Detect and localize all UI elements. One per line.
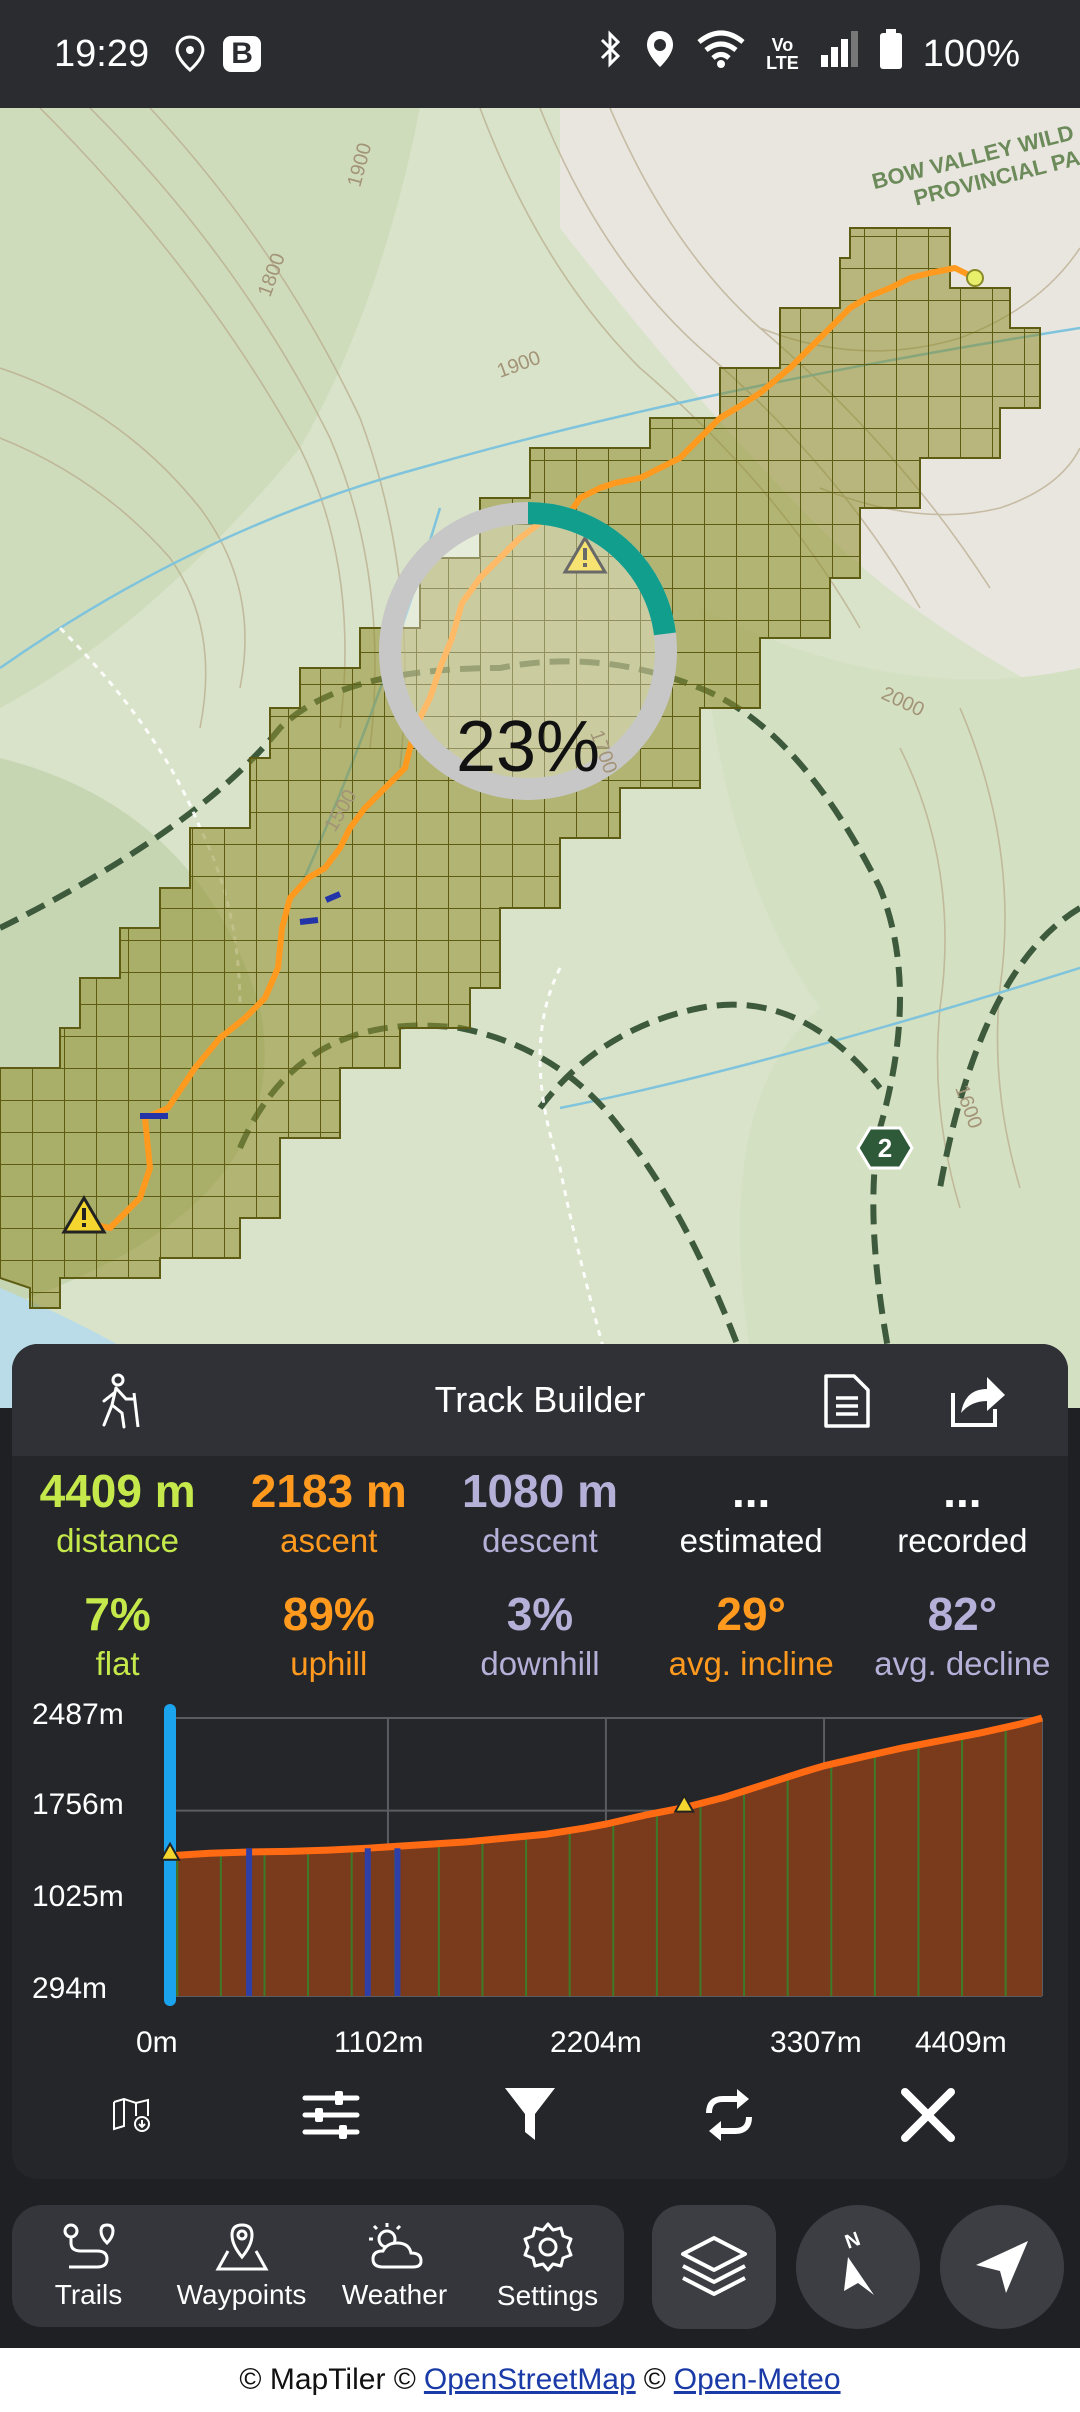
x-tick-label: 4409m — [915, 2026, 1007, 2059]
close-track-button[interactable] — [883, 2070, 973, 2160]
signal-icon — [819, 31, 859, 77]
openstreetmap-link[interactable]: OpenStreetMap — [424, 2363, 636, 2397]
nav-trails-label: Trails — [54, 2279, 123, 2310]
repeat-icon — [706, 2089, 753, 2141]
weather-icon — [368, 2223, 423, 2269]
gear-icon — [523, 2222, 572, 2272]
close-icon — [901, 2088, 956, 2142]
location-icon — [644, 29, 676, 79]
trails-icon — [63, 2223, 115, 2269]
track-toolbar — [12, 2060, 1068, 2170]
wifi-icon — [696, 30, 746, 78]
offline-map-icon — [112, 2098, 150, 2132]
sliders-icon — [302, 2091, 360, 2139]
map-attribution: © MapTiler © OpenStreetMap © Open-Meteo — [0, 2348, 1080, 2412]
x-tick-label: 1102m — [334, 2026, 424, 2059]
compass-button[interactable]: N — [796, 2205, 920, 2329]
y-tick-label: 294m — [32, 1972, 108, 2005]
download-progress-label: 23% — [455, 707, 601, 787]
map-view[interactable]: 2 1900 1800 1900 2000 1700 1600 1500 BOW… — [0, 108, 1080, 1408]
bluetooth-icon — [598, 30, 624, 78]
navigation-arrow-icon — [976, 2241, 1028, 2293]
filter-icon — [504, 2088, 555, 2140]
y-tick-label: 1025m — [32, 1880, 124, 1913]
compass-icon: N — [842, 2228, 874, 2295]
x-tick-label: 0m — [136, 2026, 178, 2059]
battery-percent: 100% — [922, 32, 1020, 75]
layers-icon — [681, 2236, 747, 2296]
attribution-separator: © — [643, 2363, 666, 2396]
nav-waypoints-label: Waypoints — [176, 2279, 307, 2310]
nav-weather-label: Weather — [341, 2279, 448, 2310]
offline-map-button[interactable] — [87, 2070, 177, 2160]
x-tick-label: 3307m — [770, 2026, 862, 2059]
nav-settings[interactable]: Settings — [471, 2205, 624, 2327]
route-number-marker[interactable]: 2 — [856, 1126, 914, 1170]
reverse-button[interactable] — [684, 2070, 774, 2160]
route-number: 2 — [878, 1133, 892, 1163]
b-badge: B — [223, 36, 262, 72]
track-builder-panel: Track Builder 4409 m distance 2183 m ascen… — [12, 1344, 1068, 2179]
status-bar: 19:29 B Vo LTE 100% — [0, 0, 1080, 108]
clock: 19:29 — [54, 32, 150, 75]
waypoint-icon — [214, 2223, 269, 2271]
nav-weather[interactable]: Weather — [318, 2205, 471, 2327]
bottom-nav: Trails Waypoints Weather Settings — [12, 2205, 624, 2327]
layers-button[interactable] — [652, 2205, 776, 2329]
nav-settings-label: Settings — [496, 2280, 599, 2311]
attribution-prefix: © MapTiler © — [239, 2363, 416, 2396]
volte-indicator: Vo LTE — [766, 35, 799, 73]
open-meteo-link[interactable]: Open-Meteo — [674, 2363, 841, 2397]
nav-waypoints[interactable]: Waypoints — [165, 2205, 318, 2327]
battery-icon — [879, 29, 903, 79]
adjust-button[interactable] — [286, 2070, 376, 2160]
y-tick-label: 1756m — [32, 1788, 124, 1821]
locate-button[interactable] — [940, 2205, 1064, 2329]
y-tick-label: 2487m — [32, 1698, 124, 1731]
warning-icon — [159, 1841, 181, 1861]
nav-trails[interactable]: Trails — [12, 2205, 165, 2327]
elevation-chart[interactable] — [12, 1344, 1068, 2084]
x-tick-label: 2204m — [550, 2026, 642, 2059]
svg-text:N: N — [842, 2228, 863, 2254]
filter-button[interactable] — [485, 2070, 575, 2160]
location-pin-icon — [175, 35, 205, 73]
